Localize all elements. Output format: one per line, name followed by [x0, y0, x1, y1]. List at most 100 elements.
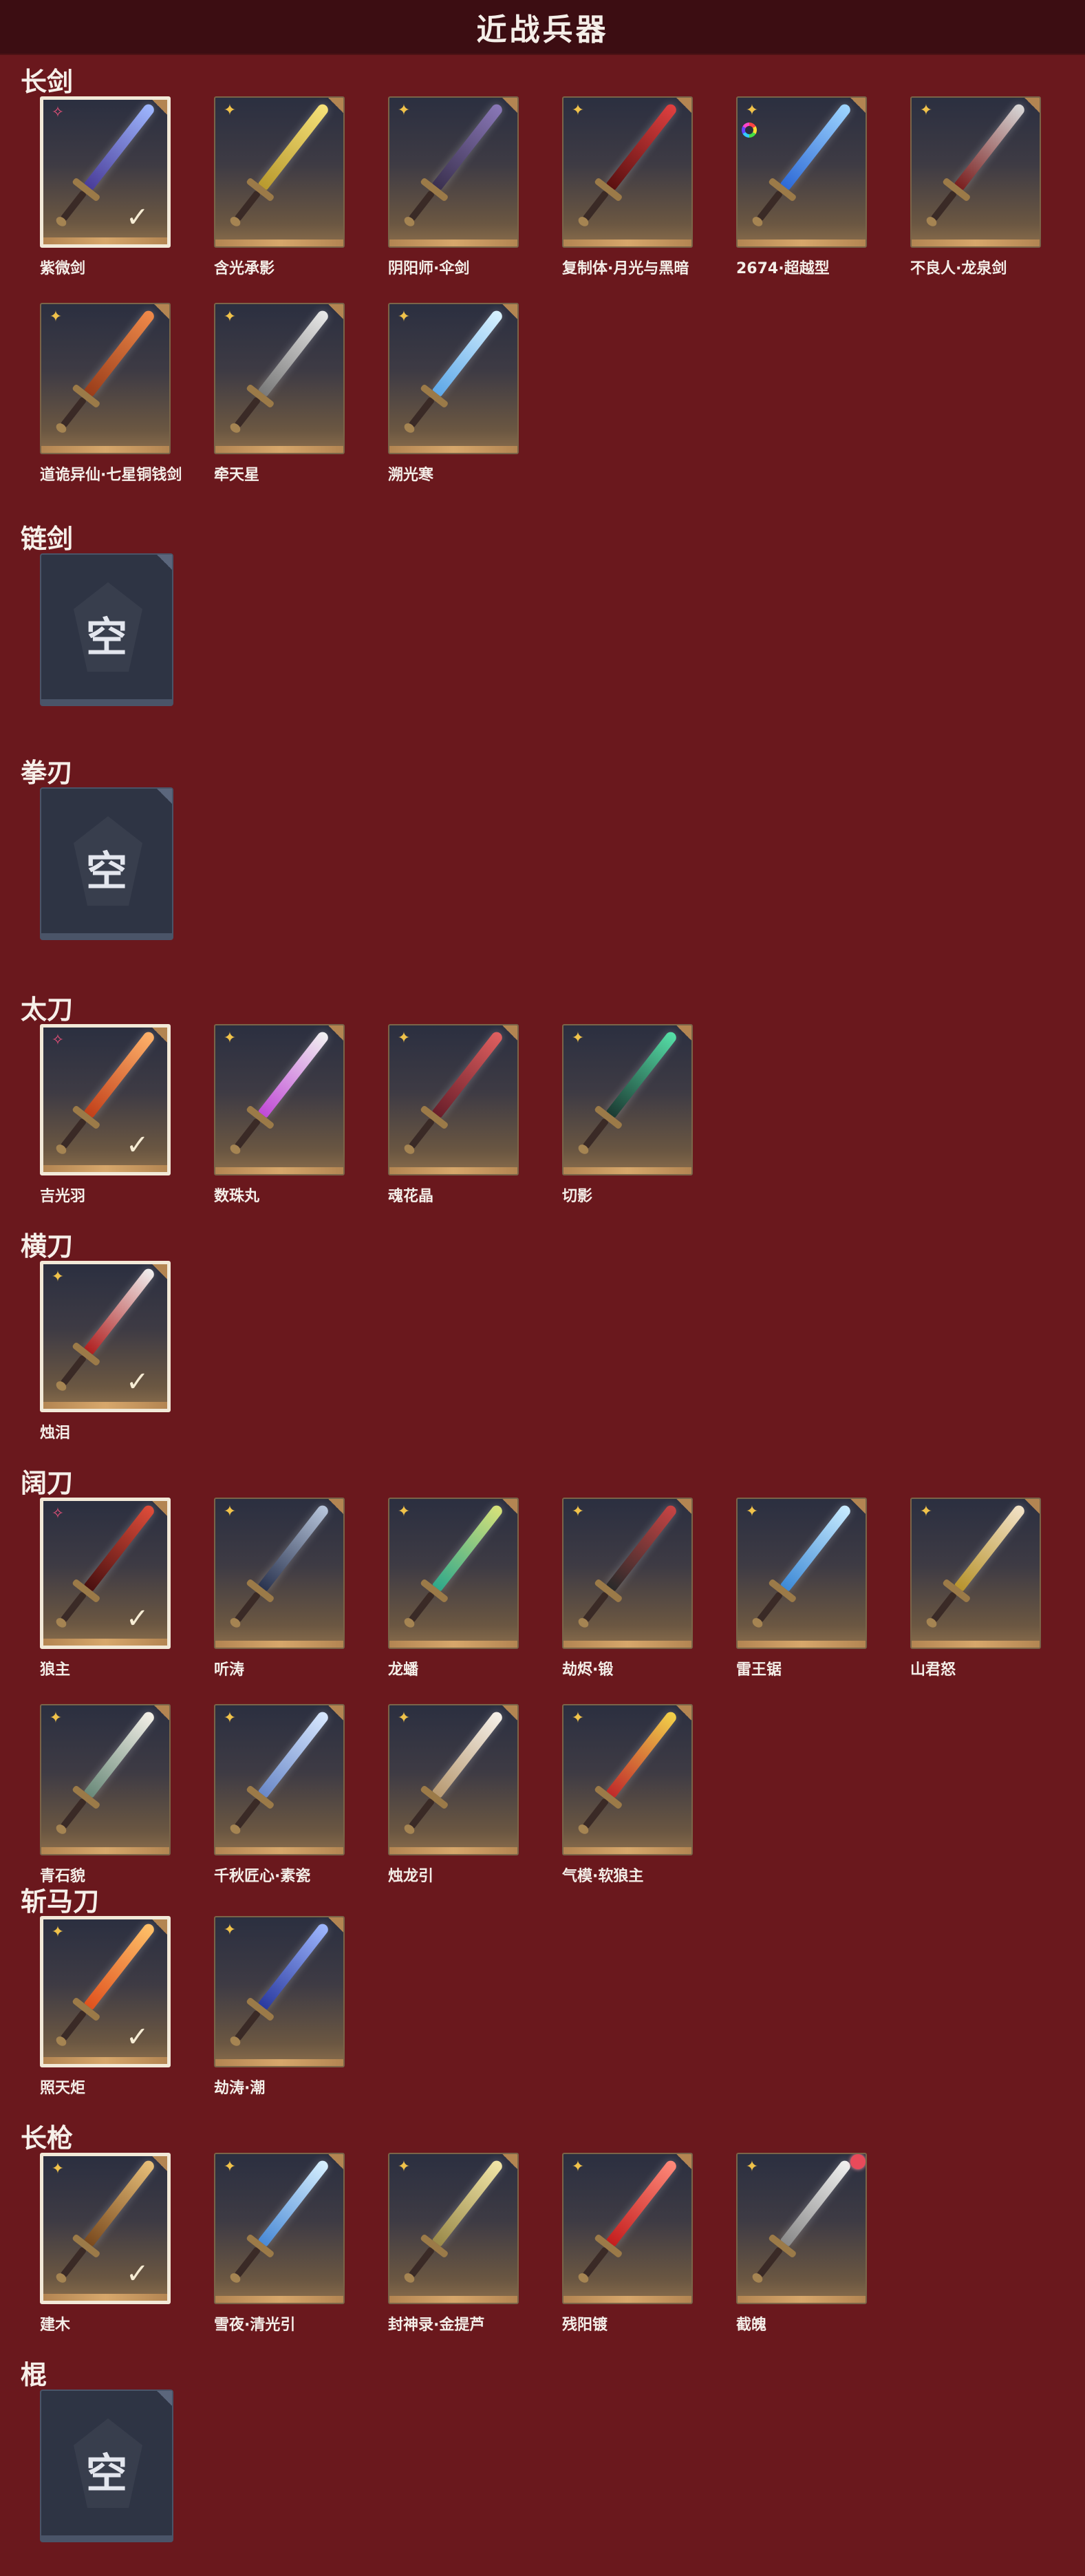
gold-star-icon: ✦	[397, 1710, 411, 1727]
weapon-card[interactable]: ✦ 龙蟠	[388, 1498, 522, 1679]
weapon-card[interactable]: ✦ ✓ 烛泪	[40, 1261, 173, 1442]
weapon-card[interactable]: ✦ 魂花晶	[388, 1024, 522, 1205]
weapon-card[interactable]: ✦ 气模·软狼主	[562, 1704, 696, 1885]
weapon-thumbnail[interactable]: ✦	[736, 96, 867, 248]
hilt	[60, 1354, 87, 1386]
weapon-illustration	[922, 1501, 1029, 1631]
blade	[258, 1710, 331, 1798]
category-title: 太刀	[21, 994, 74, 1025]
weapon-card[interactable]: ✦ 数珠丸	[214, 1024, 347, 1205]
weapon-thumbnail[interactable]: ✦	[214, 1024, 345, 1175]
empty-slot-frame[interactable]: 空	[40, 2389, 173, 2542]
weapon-thumbnail[interactable]: ✦	[214, 96, 345, 248]
empty-slot[interactable]: 空	[40, 2389, 173, 2548]
weapon-name: 复制体·月光与黑暗	[562, 260, 689, 277]
weapon-card[interactable]: ✦ 封神录·金提芦	[388, 2153, 522, 2334]
weapon-thumbnail[interactable]: ✦	[736, 1498, 867, 1649]
hilt	[408, 190, 436, 222]
weapon-name: 劫烬·锻	[562, 1661, 614, 1679]
weapon-card[interactable]: ✦ ✓ 照天炬	[40, 1916, 173, 2097]
weapon-thumbnail[interactable]: ✦ ✓	[40, 1916, 171, 2067]
empty-slot[interactable]: 空	[40, 787, 173, 946]
weapon-card[interactable]: ✦ 青石貌	[40, 1704, 173, 1885]
weapon-card[interactable]: ✦ 残阳镀	[562, 2153, 696, 2334]
weapon-thumbnail[interactable]: ✦	[388, 2153, 519, 2304]
blade	[84, 1710, 157, 1798]
weapon-card[interactable]: ✦ 雪夜·清光引	[214, 2153, 347, 2334]
weapon-card[interactable]: ✦ 烛龙引	[388, 1704, 522, 1885]
empty-slot-frame[interactable]: 空	[40, 553, 173, 706]
gold-star-icon: ✦	[49, 308, 63, 326]
weapon-card[interactable]: ✧ ✓ 紫微剑	[40, 96, 173, 277]
weapon-thumbnail[interactable]: ✦	[388, 96, 519, 248]
weapon-thumbnail[interactable]: ✦	[214, 2153, 345, 2304]
weapon-card[interactable]: ✦ 雷王锯	[736, 1498, 870, 1679]
weapon-card[interactable]: ✦ 听涛	[214, 1498, 347, 1679]
weapon-card[interactable]: ✦ 劫涛·潮	[214, 1916, 347, 2097]
weapon-thumbnail[interactable]: ✧ ✓	[40, 1024, 171, 1175]
weapon-illustration	[226, 100, 333, 230]
weapon-illustration	[52, 306, 159, 436]
weapon-card[interactable]: ✧ ✓ 吉光羽	[40, 1024, 173, 1205]
weapon-card[interactable]: ✦ 溯光寒	[388, 303, 522, 484]
empty-slot[interactable]: 空	[40, 553, 173, 712]
weapon-card[interactable]: ✦ 道诡异仙·七星铜钱剑	[40, 303, 182, 484]
equipped-check-icon: ✓	[126, 202, 149, 233]
hilt	[234, 1591, 261, 1623]
gold-star-icon: ✦	[919, 1503, 933, 1520]
weapon-card[interactable]: ✦ 阴阳师·伞剑	[388, 96, 522, 277]
weapon-illustration	[574, 2156, 681, 2286]
weapon-thumbnail[interactable]: ✦ ✓	[40, 2153, 171, 2304]
corner-tab-icon	[502, 1705, 517, 1721]
weapon-illustration	[226, 1919, 333, 2050]
blade	[84, 1922, 157, 2010]
weapon-card[interactable]: ✦ 山君怒	[910, 1498, 1044, 1679]
weapon-thumbnail[interactable]: ✦	[40, 303, 171, 454]
gold-star-icon: ✦	[51, 2160, 65, 2178]
weapon-card[interactable]: ✦ 含光承影	[214, 96, 347, 277]
weapon-thumbnail[interactable]: ✦	[562, 96, 693, 248]
blade	[432, 308, 505, 397]
weapon-card[interactable]: ✦ 牵天星	[214, 303, 347, 484]
weapon-thumbnail[interactable]: ✦	[214, 1704, 345, 1855]
weapon-thumbnail[interactable]: ✦	[388, 303, 519, 454]
weapon-name: 残阳镀	[562, 2317, 608, 2334]
weapon-card[interactable]: ✦ 2674·超越型	[736, 96, 870, 277]
weapon-thumbnail[interactable]: ✦	[40, 1704, 171, 1855]
gold-star-icon: ✦	[223, 1710, 237, 1727]
gold-star-icon: ✦	[397, 102, 411, 119]
weapon-card[interactable]: ✦ 切影	[562, 1024, 696, 1205]
weapon-illustration	[400, 306, 507, 436]
category-title: 长剑	[21, 67, 74, 97]
weapon-thumbnail[interactable]: ✦	[736, 2153, 867, 2304]
weapon-thumbnail[interactable]: ✦ ✓	[40, 1261, 171, 1412]
weapon-card[interactable]: ✧ ✓ 狼主	[40, 1498, 173, 1679]
weapon-name: 含光承影	[214, 260, 275, 277]
weapon-thumbnail[interactable]: ✦	[388, 1498, 519, 1649]
blade	[606, 2158, 679, 2247]
weapon-thumbnail[interactable]: ✦	[562, 1024, 693, 1175]
weapon-card[interactable]: ✦ ✓ 建木	[40, 2153, 173, 2334]
weapon-thumbnail[interactable]: ✧ ✓	[40, 1498, 171, 1649]
weapon-thumbnail[interactable]: ✦	[910, 1498, 1041, 1649]
weapon-thumbnail[interactable]: ✦	[388, 1024, 519, 1175]
weapon-card[interactable]: ✦ 不良人·龙泉剑	[910, 96, 1044, 277]
weapon-card[interactable]: ✦ 千秋匠心·素瓷	[214, 1704, 347, 1885]
weapon-thumbnail[interactable]: ✦	[910, 96, 1041, 248]
weapon-thumbnail[interactable]: ✦	[214, 1498, 345, 1649]
corner-tab-icon	[328, 1705, 343, 1721]
gold-star-icon: ✦	[397, 2158, 411, 2175]
weapon-card[interactable]: ✦ 劫烬·锻	[562, 1498, 696, 1679]
weapon-card[interactable]: ✦ 截魄	[736, 2153, 870, 2334]
corner-tab-icon	[676, 1499, 691, 1514]
weapon-thumbnail[interactable]: ✧ ✓	[40, 96, 171, 248]
weapon-thumbnail[interactable]: ✦	[214, 303, 345, 454]
weapon-thumbnail[interactable]: ✦	[214, 1916, 345, 2067]
weapon-card[interactable]: ✦ 复制体·月光与黑暗	[562, 96, 696, 277]
weapon-thumbnail[interactable]: ✦	[562, 2153, 693, 2304]
weapon-thumbnail[interactable]: ✦	[388, 1704, 519, 1855]
weapon-name: 截魄	[736, 2317, 767, 2334]
weapon-thumbnail[interactable]: ✦	[562, 1498, 693, 1649]
weapon-thumbnail[interactable]: ✦	[562, 1704, 693, 1855]
empty-slot-frame[interactable]: 空	[40, 787, 173, 940]
